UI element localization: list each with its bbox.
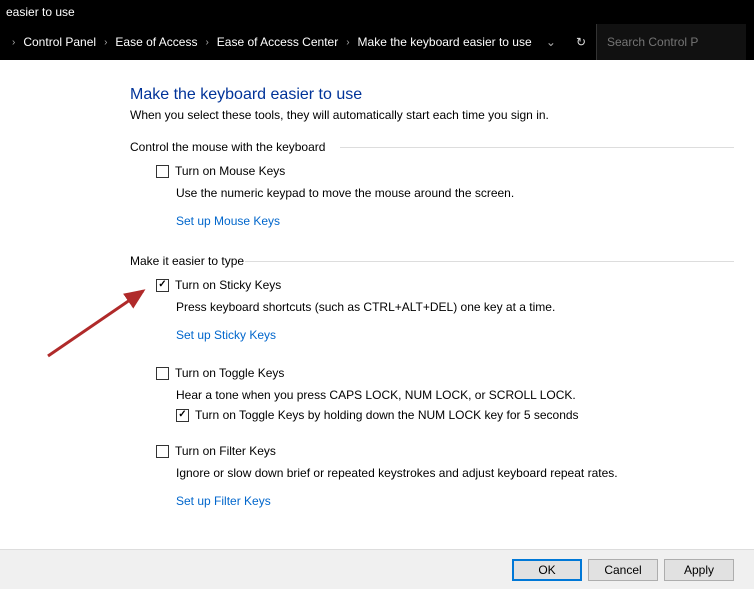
page-title: Make the keyboard easier to use xyxy=(130,86,754,104)
sticky-keys-checkbox[interactable] xyxy=(156,279,169,292)
crumb-ease-of-access-center[interactable]: Ease of Access Center xyxy=(217,35,338,49)
setup-filter-keys-link[interactable]: Set up Filter Keys xyxy=(176,494,271,508)
mouse-keys-label: Turn on Mouse Keys xyxy=(175,164,285,178)
crumb-control-panel[interactable]: Control Panel xyxy=(23,35,96,49)
content: Make the keyboard easier to use When you… xyxy=(0,60,754,516)
sticky-keys-desc: Press keyboard shortcuts (such as CTRL+A… xyxy=(176,300,754,314)
search-input[interactable] xyxy=(607,35,736,49)
mouse-keys-desc: Use the numeric keypad to move the mouse… xyxy=(176,186,754,200)
sticky-keys-label: Turn on Sticky Keys xyxy=(175,278,281,292)
filter-keys-desc: Ignore or slow down brief or repeated ke… xyxy=(176,466,754,480)
navbar: › Control Panel › Ease of Access › Ease … xyxy=(0,24,754,60)
crumb-current[interactable]: Make the keyboard easier to use xyxy=(358,35,532,49)
footer: OK Cancel Apply xyxy=(0,549,754,589)
section-mouse: Turn on Mouse Keys Use the numeric keypa… xyxy=(130,156,754,236)
section-type-label: Make it easier to type xyxy=(130,254,754,268)
toggle-keys-checkbox[interactable] xyxy=(156,367,169,380)
setup-mouse-keys-link[interactable]: Set up Mouse Keys xyxy=(176,214,280,228)
chevron-right-icon: › xyxy=(12,37,15,48)
crumb-ease-of-access[interactable]: Ease of Access xyxy=(115,35,197,49)
chevron-right-icon: › xyxy=(346,37,349,48)
chevron-down-icon[interactable]: ⌄ xyxy=(536,35,566,49)
toggle-keys-label: Turn on Toggle Keys xyxy=(175,366,284,380)
chevron-right-icon: › xyxy=(205,37,208,48)
filter-keys-label: Turn on Filter Keys xyxy=(175,444,276,458)
toggle-keys-hold-label: Turn on Toggle Keys by holding down the … xyxy=(195,408,579,422)
apply-button[interactable]: Apply xyxy=(664,559,734,581)
mouse-keys-checkbox[interactable] xyxy=(156,165,169,178)
chevron-right-icon: › xyxy=(104,37,107,48)
window-title-text: easier to use xyxy=(6,5,75,19)
filter-keys-checkbox[interactable] xyxy=(156,445,169,458)
cancel-button[interactable]: Cancel xyxy=(588,559,658,581)
toggle-keys-hold-checkbox[interactable] xyxy=(176,409,189,422)
section-mouse-label: Control the mouse with the keyboard xyxy=(130,140,754,154)
section-type: Turn on Sticky Keys Press keyboard short… xyxy=(130,270,754,516)
breadcrumb: › Control Panel › Ease of Access › Ease … xyxy=(8,35,536,49)
window-title: easier to use xyxy=(0,0,754,24)
toggle-keys-desc: Hear a tone when you press CAPS LOCK, NU… xyxy=(176,388,754,402)
page-subtitle: When you select these tools, they will a… xyxy=(130,108,754,122)
setup-sticky-keys-link[interactable]: Set up Sticky Keys xyxy=(176,328,276,342)
ok-button[interactable]: OK xyxy=(512,559,582,581)
refresh-icon[interactable]: ↻ xyxy=(566,35,596,49)
search-wrap xyxy=(596,24,746,60)
